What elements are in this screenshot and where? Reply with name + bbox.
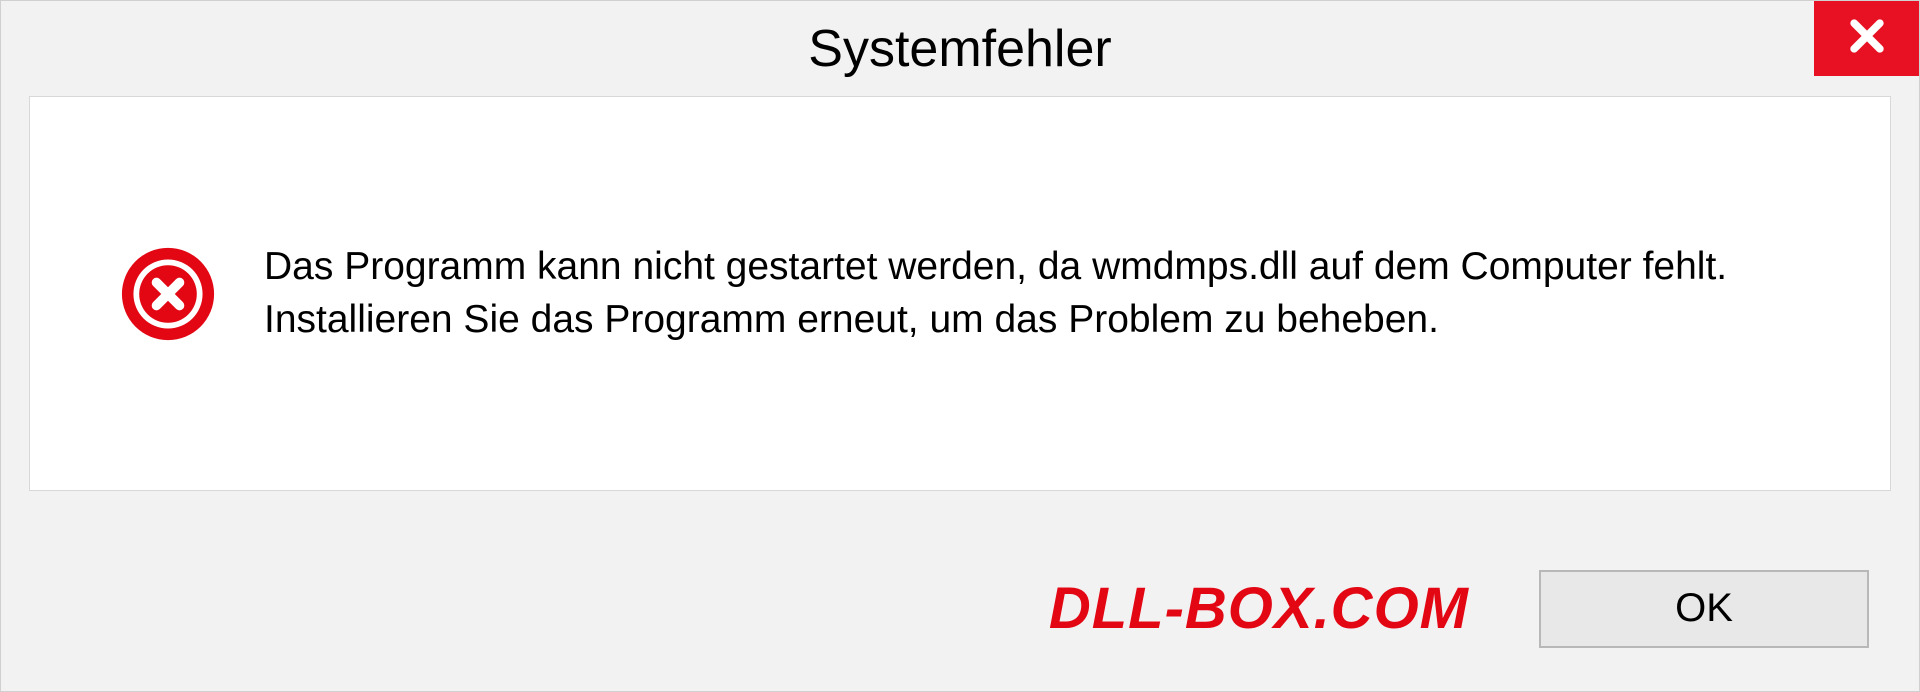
close-icon — [1845, 14, 1889, 63]
close-button[interactable] — [1814, 1, 1919, 76]
watermark-text: DLL-BOX.COM — [1049, 575, 1469, 642]
dialog-content: Das Programm kann nicht gestartet werden… — [29, 96, 1891, 491]
dialog-title: Systemfehler — [808, 19, 1111, 79]
error-message: Das Programm kann nicht gestartet werden… — [264, 241, 1820, 346]
dialog-titlebar: Systemfehler — [1, 1, 1919, 96]
error-icon — [120, 246, 216, 342]
ok-button[interactable]: OK — [1539, 570, 1869, 648]
dialog-footer: DLL-BOX.COM OK — [1, 526, 1919, 691]
